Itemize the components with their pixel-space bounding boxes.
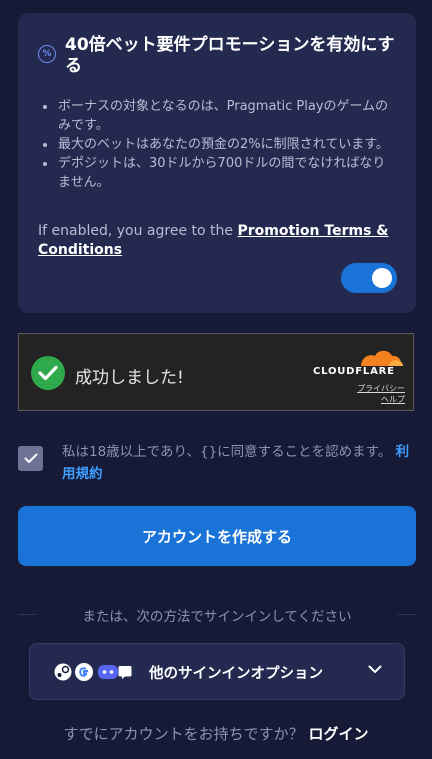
steam-icon xyxy=(54,663,72,681)
other-signin-options-label: 他のサインインオプション xyxy=(149,666,323,682)
captcha-privacy-link[interactable]: プライバシー xyxy=(357,383,405,394)
percent-badge-icon: % xyxy=(38,45,56,63)
discord-icon xyxy=(98,665,118,679)
age-consent-text: 私は18歳以上であり、{}に同意することを認めます。 利用規約 xyxy=(62,441,422,485)
promotion-rule: デポジットは、30ドルから700ドルの間でなければなりません。 xyxy=(38,154,394,192)
cloudflare-logo-text: CLOUDFLARE xyxy=(313,366,395,377)
promotion-card: % 40倍ベット要件プロモーションを有効にする ボーナスの対象となるのは、Pra… xyxy=(18,13,416,313)
provider-icons xyxy=(54,663,132,681)
promotion-title: 40倍ベット要件プロモーションを有効にする xyxy=(65,35,395,76)
login-prompt: すでにアカウントをお持ちですか？ xyxy=(63,725,304,743)
other-signin-options-dropdown[interactable]: 他のサインインオプション xyxy=(29,643,405,700)
divider-line-right xyxy=(398,614,416,615)
login-prompt-row: すでにアカウントをお持ちですか？ ログイン xyxy=(0,723,432,744)
age-consent-checkbox[interactable] xyxy=(18,446,43,471)
promotion-rule: 最大のベットはあなたの預金の2%に制限されています。 xyxy=(38,135,394,154)
create-account-button[interactable]: アカウントを作成する xyxy=(18,506,416,566)
captcha-links: プライバシー ヘルプ xyxy=(357,383,405,405)
signin-divider-text: または、次の方法でサインインしてください xyxy=(82,609,352,625)
success-checkmark-icon xyxy=(31,356,65,390)
promotion-rules-list: ボーナスの対象となるのは、Pragmatic Playのゲームのみです。 最大の… xyxy=(38,97,394,192)
promotion-rule: ボーナスの対象となるのは、Pragmatic Playのゲームのみです。 xyxy=(38,97,394,135)
google-icon xyxy=(75,663,93,681)
consent-statement: 私は18歳以上であり、{}に同意することを認めます。 xyxy=(62,444,392,460)
captcha-help-link[interactable]: ヘルプ xyxy=(357,394,405,405)
checkbox-check-icon xyxy=(24,453,37,463)
promotion-terms-text: If enabled, you agree to the Promotion T… xyxy=(38,222,398,260)
promotion-toggle[interactable] xyxy=(341,263,397,293)
cloudflare-captcha-widget: 成功しました! CLOUDFLARE プライバシー ヘルプ xyxy=(18,333,414,411)
signin-divider: または、次の方法でサインインしてください xyxy=(18,603,416,625)
login-link[interactable]: ログイン xyxy=(308,725,368,743)
chevron-down-icon xyxy=(368,665,382,673)
chat-bubble-icon xyxy=(118,666,132,679)
toggle-knob xyxy=(372,268,392,288)
terms-prefix: If enabled, you agree to the xyxy=(38,223,238,239)
captcha-status: 成功しました! xyxy=(75,368,184,388)
